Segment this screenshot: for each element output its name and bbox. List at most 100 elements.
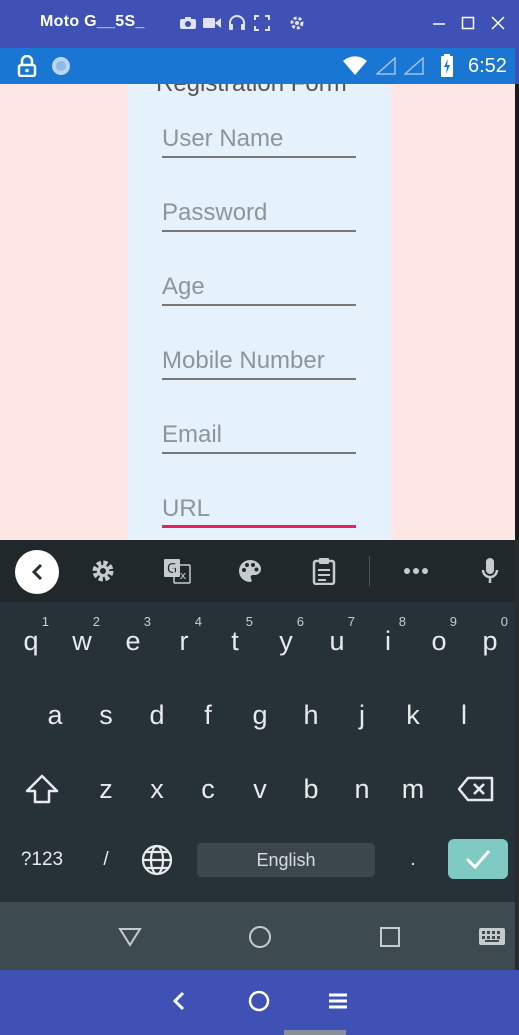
key-period[interactable]: . <box>389 825 437 895</box>
age-field[interactable] <box>162 266 356 306</box>
key-u[interactable]: u7 <box>313 606 361 676</box>
device-name: Moto G__5S_ <box>40 13 145 30</box>
video-icon[interactable] <box>202 12 222 34</box>
password-input[interactable] <box>162 192 356 230</box>
key-v[interactable]: v <box>236 754 284 824</box>
key-label: u <box>329 625 345 656</box>
key-n[interactable]: n <box>338 754 386 824</box>
window-edge <box>515 84 519 540</box>
more-icon[interactable] <box>395 550 437 592</box>
theme-icon[interactable] <box>229 550 271 592</box>
key-slash[interactable]: / <box>82 825 130 895</box>
key-label: e <box>125 625 141 656</box>
key-x[interactable]: x <box>133 754 181 824</box>
password-field[interactable] <box>162 192 356 232</box>
emulator-title-bar: Moto G__5S_ <box>0 0 519 48</box>
clipboard-icon[interactable] <box>303 550 345 592</box>
enter-key[interactable] <box>448 839 508 879</box>
key-b[interactable]: b <box>287 754 335 824</box>
headphones-icon[interactable] <box>227 12 247 34</box>
menu-icon[interactable] <box>323 986 353 1016</box>
home-circle-icon[interactable] <box>245 922 275 952</box>
svg-text:x: x <box>180 569 187 582</box>
key-label: q <box>23 625 39 656</box>
shift-icon <box>25 774 59 804</box>
key-f[interactable]: f <box>184 680 232 750</box>
window-edge <box>515 540 519 970</box>
key-hint: 0 <box>500 614 508 629</box>
key-label: p <box>482 625 498 656</box>
key-g[interactable]: g <box>236 680 284 750</box>
key-hint: 6 <box>296 614 304 629</box>
key-label: y <box>279 625 293 656</box>
key-s[interactable]: s <box>82 680 130 750</box>
mobile-field[interactable] <box>162 340 356 380</box>
username-field[interactable] <box>162 118 356 158</box>
home-icon[interactable] <box>244 986 274 1016</box>
key-hint: 5 <box>245 614 253 629</box>
battery-charging-icon <box>440 54 454 83</box>
key-p[interactable]: p0 <box>466 606 514 676</box>
checkmark-icon <box>465 850 491 870</box>
age-input[interactable] <box>162 266 356 304</box>
url-field[interactable] <box>162 488 356 528</box>
globe-icon <box>141 844 173 876</box>
key-m[interactable]: m <box>389 754 437 824</box>
key-o[interactable]: o9 <box>415 606 463 676</box>
form-title: Registration Form <box>156 84 347 98</box>
scrollbar-thumb[interactable] <box>284 1030 346 1035</box>
mobile-input[interactable] <box>162 340 356 378</box>
language-key[interactable] <box>133 825 181 895</box>
fullscreen-icon[interactable] <box>252 12 272 34</box>
signal-icon <box>375 56 396 80</box>
key-label: r <box>179 625 189 656</box>
recents-square-icon[interactable] <box>375 922 405 952</box>
chevron-left-icon <box>31 563 43 581</box>
key-r[interactable]: r4 <box>160 606 208 676</box>
key-t[interactable]: t5 <box>211 606 259 676</box>
key-w[interactable]: w2 <box>58 606 106 676</box>
key-hint: 2 <box>92 614 100 629</box>
maximize-button[interactable] <box>457 12 479 34</box>
key-i[interactable]: i8 <box>364 606 412 676</box>
microphone-icon[interactable] <box>469 550 511 592</box>
key-hint: 1 <box>41 614 49 629</box>
key-j[interactable]: j <box>338 680 386 750</box>
minimize-button[interactable] <box>428 12 450 34</box>
registration-form: Registration Form <box>128 84 391 540</box>
key-e[interactable]: e3 <box>109 606 157 676</box>
back-button[interactable] <box>15 550 59 594</box>
key-label: i <box>385 625 391 656</box>
email-input[interactable] <box>162 414 356 452</box>
spacebar[interactable]: English <box>197 843 375 877</box>
wifi-icon <box>342 56 368 81</box>
shift-key[interactable] <box>18 754 66 824</box>
toolbar-divider <box>369 556 370 586</box>
key-hint: 9 <box>449 614 457 629</box>
key-y[interactable]: y6 <box>262 606 310 676</box>
key-hint: 7 <box>347 614 355 629</box>
key-z[interactable]: z <box>82 754 130 824</box>
key-c[interactable]: c <box>184 754 232 824</box>
camera-icon[interactable] <box>178 12 198 34</box>
username-input[interactable] <box>162 118 356 156</box>
key-l[interactable]: l <box>440 680 488 750</box>
key-a[interactable]: a <box>31 680 79 750</box>
symbols-key[interactable]: ?123 <box>12 825 72 895</box>
key-q[interactable]: q1 <box>7 606 55 676</box>
key-h[interactable]: h <box>287 680 335 750</box>
key-k[interactable]: k <box>389 680 437 750</box>
key-d[interactable]: d <box>133 680 181 750</box>
key-label: o <box>431 625 447 656</box>
backspace-key[interactable] <box>452 754 500 824</box>
settings-icon[interactable] <box>287 12 307 34</box>
back-triangle-icon[interactable] <box>115 922 145 952</box>
back-chevron-icon[interactable] <box>164 986 194 1016</box>
email-field[interactable] <box>162 414 356 454</box>
keyboard-switch-icon[interactable] <box>476 922 508 952</box>
url-input[interactable] <box>162 488 356 526</box>
settings-icon[interactable] <box>82 550 124 592</box>
translate-icon[interactable]: Gx <box>156 550 198 592</box>
close-button[interactable] <box>487 12 509 34</box>
status-bar: 6:52 <box>0 48 515 84</box>
